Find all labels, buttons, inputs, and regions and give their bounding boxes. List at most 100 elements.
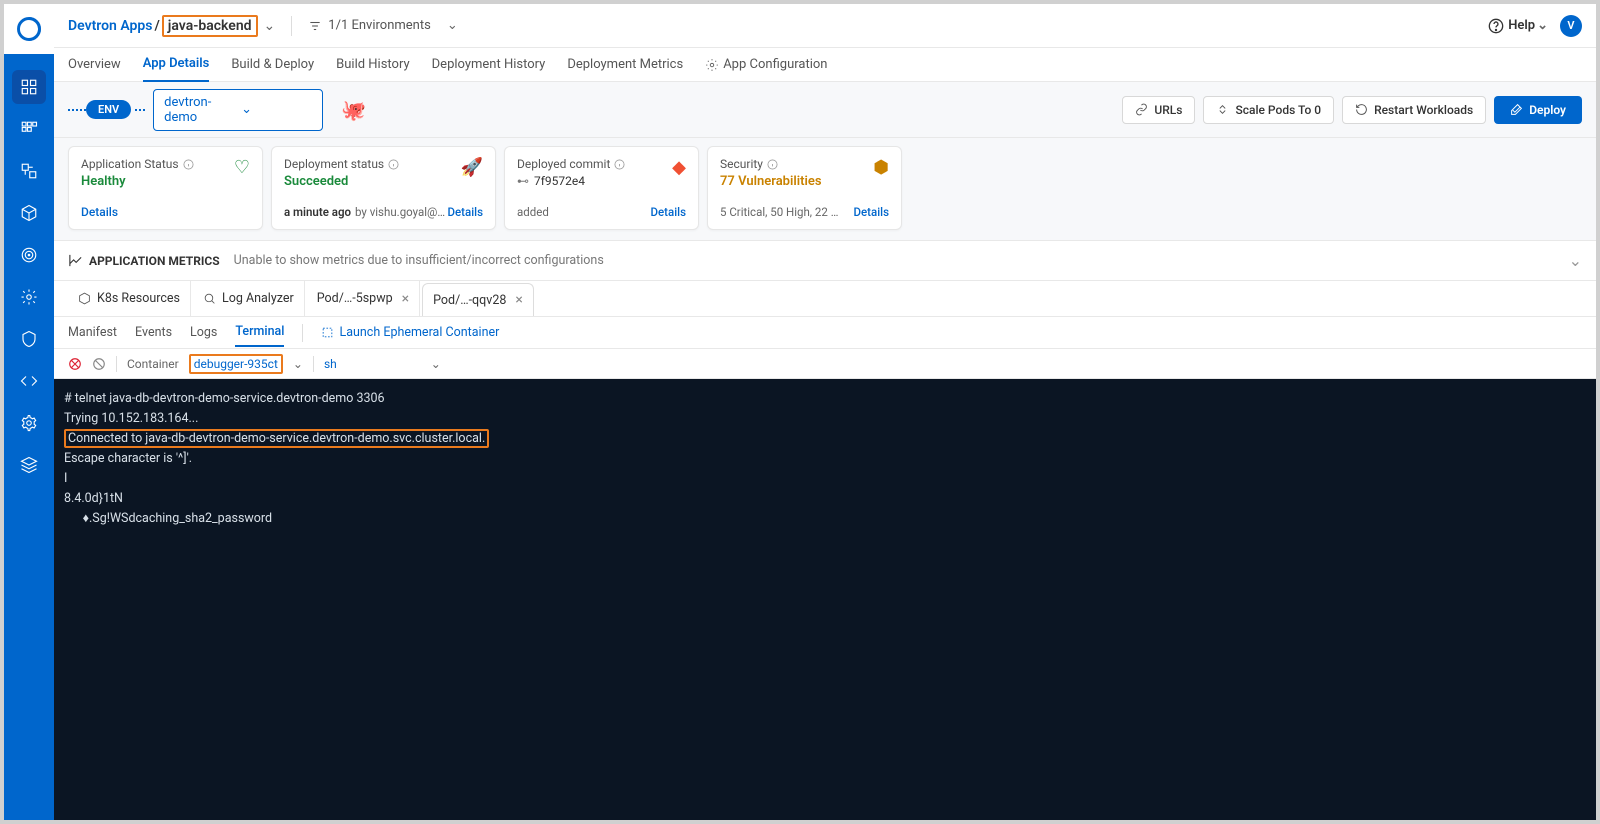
env-filter-text: 1/1 Environments <box>328 18 431 33</box>
chevron-down-icon[interactable]: ⌄ <box>447 18 458 33</box>
metrics-row[interactable]: APPLICATION METRICS Unable to show metri… <box>54 240 1596 281</box>
rocket-icon: 🚀 <box>461 157 483 178</box>
nav-settings-icon[interactable] <box>12 280 46 314</box>
status-cards: Application Status ♡ Healthy Details Dep… <box>54 138 1596 240</box>
subtab-manifest[interactable]: Manifest <box>68 325 117 340</box>
tab-deploy-metrics[interactable]: Deployment Metrics <box>567 48 683 82</box>
card-footer: added Details <box>517 205 686 219</box>
close-icon[interactable]: × <box>402 291 409 307</box>
nav-shield-icon[interactable] <box>12 322 46 356</box>
breadcrumb-root[interactable]: Devtron Apps <box>68 18 152 34</box>
logo[interactable] <box>4 4 54 54</box>
urls-button[interactable]: URLs <box>1122 96 1195 124</box>
card-app-status: Application Status ♡ Healthy Details <box>68 146 263 230</box>
card-details-link[interactable]: Details <box>81 205 250 219</box>
resource-tabs: K8s Resources Log Analyzer Pod/…-5spwp× … <box>54 281 1596 317</box>
subtab-terminal[interactable]: Terminal <box>235 324 284 347</box>
tab-build-deploy[interactable]: Build & Deploy <box>231 48 314 82</box>
heartbeat-icon: ♡ <box>234 157 250 178</box>
close-icon[interactable]: × <box>515 292 522 308</box>
clear-icon[interactable] <box>92 357 106 371</box>
tab-app-details[interactable]: App Details <box>143 48 210 82</box>
git-icon: ◆ <box>672 157 686 178</box>
nav-extend-icon[interactable] <box>12 154 46 188</box>
card-security: Security ⬢ 77 Vulnerabilities 5 Critical… <box>707 146 902 230</box>
info-icon <box>183 159 194 170</box>
card-title: Deployment status <box>284 157 483 171</box>
env-pill-group: ENV <box>68 100 145 119</box>
breadcrumb-separator: / <box>154 18 159 34</box>
container-select[interactable]: debugger-935ct ⌄ <box>189 354 303 374</box>
card-details-link[interactable]: Details <box>448 205 483 219</box>
divider <box>291 16 292 36</box>
metrics-title: APPLICATION METRICS <box>68 253 220 268</box>
terminal-line: # telnet java-db-devtron-demo-service.de… <box>64 389 1586 409</box>
env-pill: ENV <box>86 100 131 119</box>
terminal-line: I <box>64 469 1586 489</box>
nav-grid-icon[interactable] <box>12 112 46 146</box>
info-icon <box>767 159 778 170</box>
card-details-link[interactable]: Details <box>651 205 686 219</box>
scale-pods-button[interactable]: Scale Pods To 0 <box>1203 96 1334 124</box>
env-row: ENV devtron-demo ⌄ 🐙 URLs Scale Pods To … <box>54 82 1596 138</box>
tab-build-history[interactable]: Build History <box>336 48 410 82</box>
chevron-down-icon[interactable]: ⌄ <box>264 18 276 34</box>
env-select-value: devtron-demo <box>164 95 235 125</box>
launch-ephemeral-button[interactable]: Launch Ephemeral Container <box>321 325 499 340</box>
nav-stack-icon[interactable] <box>12 448 46 482</box>
avatar[interactable]: V <box>1560 15 1582 37</box>
disconnect-icon[interactable] <box>68 357 82 371</box>
terminal-line-highlighted: Connected to java-db-devtron-demo-servic… <box>64 429 489 448</box>
terminal-line: 8.4.0d}1tN <box>64 489 1586 509</box>
shell-select[interactable]: sh ⌄ <box>324 357 441 371</box>
tab-log-analyzer[interactable]: Log Analyzer <box>193 281 305 317</box>
commit-hash: ⊷7f9572e4 <box>517 174 686 188</box>
subtab-logs[interactable]: Logs <box>190 325 217 340</box>
card-details-link[interactable]: Details <box>854 205 889 219</box>
breadcrumb-app[interactable]: java-backend <box>162 15 258 37</box>
main-tabs: Overview App Details Build & Deploy Buil… <box>54 48 1596 82</box>
subtab-events[interactable]: Events <box>135 325 172 340</box>
terminal-line: Escape character is '^]'. <box>64 449 1586 469</box>
terminal-controls: Container debugger-935ct ⌄ sh ⌄ <box>54 349 1596 379</box>
tab-pod-2[interactable]: Pod/…-qqv28× <box>422 283 534 316</box>
terminal-line: ♦.Sg!WSdcaching_sha2_password <box>64 509 1586 529</box>
chevron-down-icon: ⌄ <box>431 357 441 371</box>
env-select[interactable]: devtron-demo ⌄ <box>153 89 323 131</box>
nav-gear-icon[interactable] <box>12 406 46 440</box>
pod-subtabs: Manifest Events Logs Terminal Launch Eph… <box>54 317 1596 349</box>
card-title: Application Status <box>81 157 250 171</box>
card-commit: Deployed commit ◆ ⊷7f9572e4 added Detail… <box>504 146 699 230</box>
tab-overview[interactable]: Overview <box>68 48 121 82</box>
card-title: Security <box>720 157 889 171</box>
tab-pod-1[interactable]: Pod/…-5spwp× <box>307 281 420 317</box>
tab-k8s-resources[interactable]: K8s Resources <box>68 281 191 317</box>
deploy-button[interactable]: Deploy <box>1494 96 1582 124</box>
nav-cube-icon[interactable] <box>12 196 46 230</box>
bug-icon: ⬢ <box>873 157 889 178</box>
main-area: Devtron Apps / java-backend ⌄ 1/1 Enviro… <box>54 4 1596 820</box>
tab-app-config[interactable]: App Configuration <box>705 48 827 82</box>
terminal-line: Trying 10.152.183.164... <box>64 409 1586 429</box>
card-deploy-status: Deployment status 🚀 Succeeded a minute a… <box>271 146 496 230</box>
tab-deploy-history[interactable]: Deployment History <box>432 48 546 82</box>
nav-radar-icon[interactable] <box>12 238 46 272</box>
chevron-down-icon: ⌄ <box>1537 18 1548 33</box>
card-footer: a minute ago by vishu.goyal@… Details <box>284 205 483 219</box>
restart-workloads-button[interactable]: Restart Workloads <box>1342 96 1486 124</box>
chevron-down-icon: ⌄ <box>241 102 312 117</box>
chevron-down-icon: ⌄ <box>293 357 303 371</box>
nav-code-icon[interactable] <box>12 364 46 398</box>
help-button[interactable]: Help ⌄ <box>1488 18 1548 34</box>
breadcrumb: Devtron Apps / java-backend ⌄ <box>68 15 275 37</box>
container-label: Container <box>127 357 179 371</box>
card-value: 77 Vulnerabilities <box>720 174 889 189</box>
card-title: Deployed commit <box>517 157 686 171</box>
env-filter[interactable]: 1/1 Environments ⌄ <box>308 18 457 33</box>
nav-apps-icon[interactable] <box>12 70 46 104</box>
terminal-output[interactable]: # telnet java-db-devtron-demo-service.de… <box>54 379 1596 820</box>
chevron-down-icon[interactable]: ⌄ <box>1569 251 1582 270</box>
metrics-message: Unable to show metrics due to insufficie… <box>234 253 1555 268</box>
info-icon <box>614 159 625 170</box>
mascot-icon: 🐙 <box>341 98 366 122</box>
